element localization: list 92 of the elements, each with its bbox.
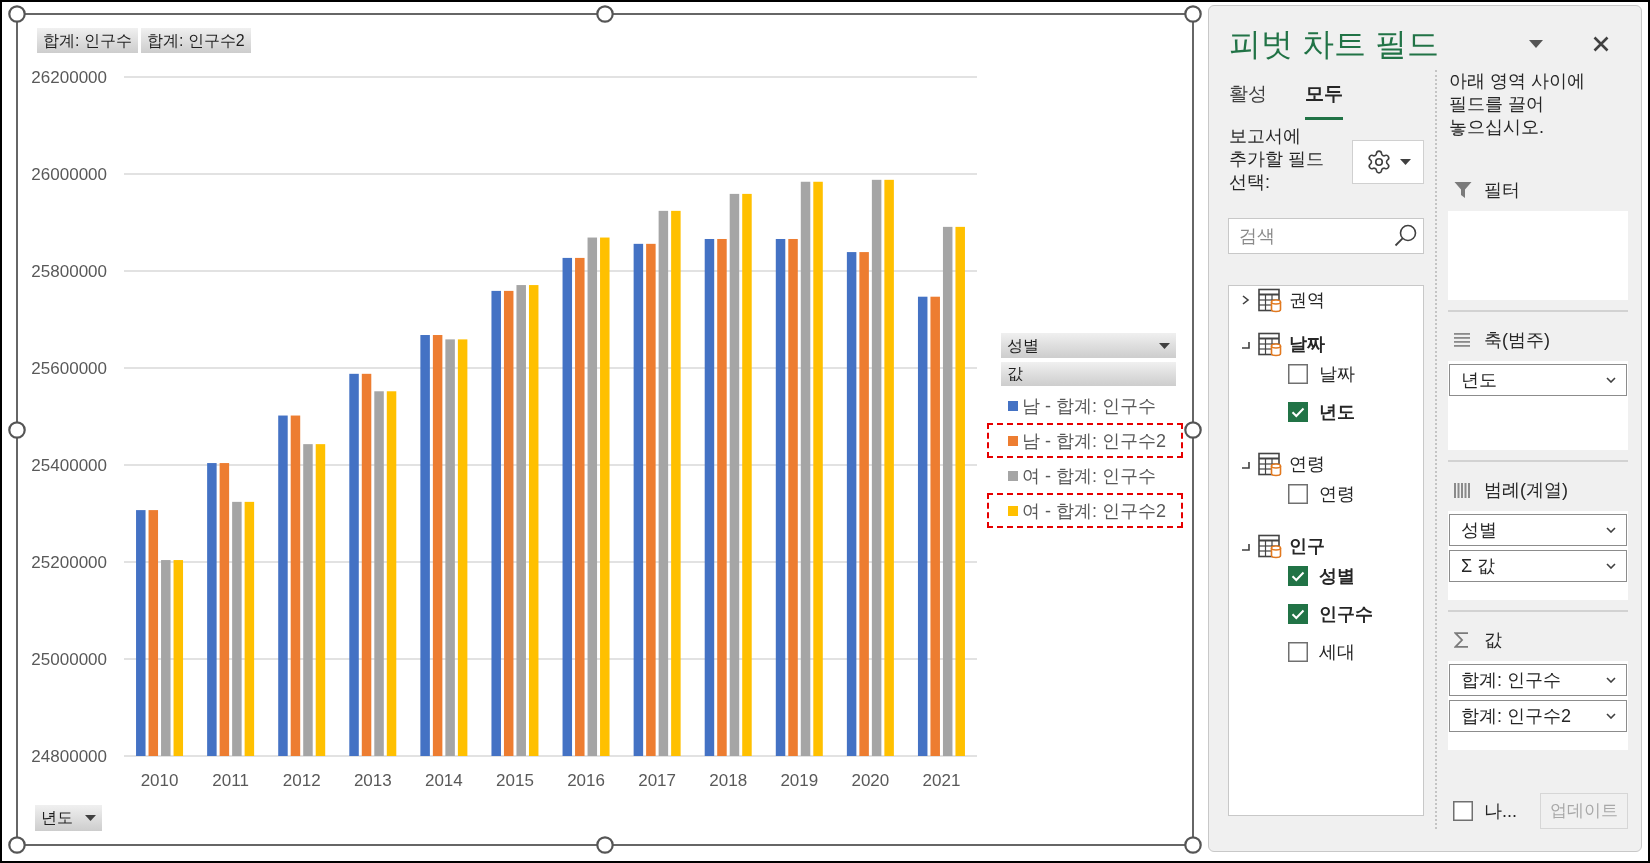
filter-icon — [1454, 181, 1472, 199]
sigma-icon — [1454, 632, 1469, 648]
value-field-button[interactable]: 합계: 인구수2 — [140, 28, 251, 53]
x-axis-label: 2017 — [638, 771, 677, 790]
value-field-button[interactable]: 합계: 인구수 — [37, 28, 138, 53]
legend-label: 여 - 합계: 인구수 — [1022, 464, 1156, 487]
field-label[interactable]: 세대 — [1319, 641, 1355, 663]
area-title: 값 — [1484, 629, 1502, 651]
legend-label: 남 - 합계: 인구수 — [1022, 394, 1156, 417]
y-axis-label: 25800000 — [31, 262, 107, 281]
resize-handle-icon[interactable] — [1184, 836, 1202, 854]
gear-icon — [1365, 149, 1392, 175]
table-name[interactable]: 연령 — [1289, 453, 1325, 475]
values-field-button[interactable]: 값 — [1001, 362, 1176, 386]
checkbox[interactable] — [1288, 402, 1308, 422]
field-label[interactable]: 년도 — [1319, 401, 1355, 423]
area-title: 필터 — [1484, 179, 1520, 201]
y-axis-label: 24800000 — [31, 747, 107, 766]
x-axis-label: 2012 — [282, 771, 321, 790]
rows-icon — [1454, 333, 1470, 347]
caret-icon — [1159, 342, 1170, 349]
area-field-button[interactable]: 년도 — [1449, 364, 1627, 396]
x-axis-label: 2021 — [922, 771, 961, 790]
panel-title: 피벗 차트 필드 — [1229, 25, 1439, 64]
legend-field-button[interactable]: 성별 — [1001, 333, 1176, 358]
caret-icon — [85, 815, 96, 821]
area-field-button[interactable]: 합계: 인구수2 — [1449, 700, 1627, 732]
table-icon — [1258, 451, 1283, 477]
table-name[interactable]: 권역 — [1289, 289, 1325, 311]
x-axis-label: 2018 — [709, 771, 748, 790]
caret-icon[interactable] — [1529, 40, 1543, 48]
search-field[interactable]: 검색 — [1228, 218, 1424, 254]
x-axis-label: 2011 — [212, 771, 249, 790]
x-axis-label: 2013 — [353, 771, 392, 790]
close-icon[interactable] — [1593, 36, 1609, 52]
table-icon — [1258, 331, 1283, 357]
y-axis-label: 25200000 — [31, 553, 107, 572]
field-label[interactable]: 날짜 — [1319, 363, 1355, 385]
resize-handle-icon[interactable] — [8, 420, 26, 439]
field-label[interactable]: 연령 — [1319, 483, 1355, 505]
table-name[interactable]: 인구 — [1289, 535, 1325, 557]
x-axis-label: 2020 — [851, 771, 890, 790]
x-axis-label: 2015 — [496, 771, 534, 790]
resize-handle-icon[interactable] — [1184, 420, 1202, 439]
chevron-down-icon — [1606, 563, 1616, 569]
legend-label: 여 - 합계: 인구수2 — [1022, 499, 1166, 522]
chevron-down-icon — [1606, 377, 1616, 383]
chevron-down-icon — [1606, 713, 1616, 719]
resize-handle-icon[interactable] — [8, 836, 26, 854]
x-axis-label: 2019 — [780, 771, 819, 790]
area-field-button[interactable]: 성별 — [1449, 514, 1627, 546]
legend-label: 남 - 합계: 인구수2 — [1022, 429, 1166, 452]
chevron-down-icon — [1606, 527, 1616, 533]
caret-icon — [1399, 159, 1411, 165]
y-axis-label: 25000000 — [31, 650, 107, 669]
settings-button[interactable] — [1352, 140, 1424, 184]
tab[interactable]: 활성 — [1229, 78, 1267, 120]
field-list-label: 보고서에 추가할 필드 선택: — [1229, 125, 1325, 194]
x-axis-label: 2016 — [567, 771, 605, 790]
defer-update-label[interactable]: 나... — [1484, 800, 1517, 822]
resize-handle-icon[interactable] — [8, 5, 26, 23]
checkbox[interactable] — [1288, 484, 1308, 504]
checkbox[interactable] — [1288, 364, 1308, 384]
chart-area[interactable] — [16, 13, 1194, 846]
y-axis-label: 26000000 — [31, 165, 107, 184]
field-label[interactable]: 성별 — [1319, 565, 1355, 587]
chevron-down-icon — [1606, 677, 1616, 683]
y-axis-label: 25400000 — [31, 456, 107, 475]
checkbox[interactable] — [1288, 642, 1308, 662]
columns-icon — [1454, 482, 1470, 498]
checkbox[interactable] — [1453, 801, 1473, 821]
resize-handle-icon[interactable] — [1184, 5, 1202, 23]
chevron-right-icon[interactable] — [1241, 295, 1250, 305]
checkbox[interactable] — [1288, 566, 1308, 586]
y-axis-label: 26200000 — [31, 68, 107, 87]
x-axis-label: 2014 — [424, 771, 463, 790]
axis-field-button[interactable]: 년도 — [35, 805, 102, 831]
resize-handle-icon[interactable] — [596, 836, 614, 854]
table-icon — [1258, 533, 1283, 559]
drag-hint-text: 아래 영역 사이에 필드를 끌어 놓으십시오. — [1449, 70, 1586, 139]
area-title: 축(범주) — [1484, 329, 1550, 351]
resize-handle-icon[interactable] — [596, 5, 614, 23]
tab[interactable]: 모두 — [1305, 78, 1343, 120]
y-axis-label: 25600000 — [31, 359, 107, 378]
search-icon[interactable] — [1394, 224, 1417, 247]
x-axis-label: 2010 — [140, 771, 179, 790]
table-name[interactable]: 날짜 — [1289, 333, 1325, 355]
area-title: 범례(계열) — [1484, 479, 1568, 501]
area-field-button[interactable]: 합계: 인구수 — [1449, 664, 1627, 696]
checkbox[interactable] — [1288, 604, 1308, 624]
field-label[interactable]: 인구수 — [1319, 603, 1373, 625]
area-field-button[interactable]: Σ 값 — [1449, 550, 1627, 582]
